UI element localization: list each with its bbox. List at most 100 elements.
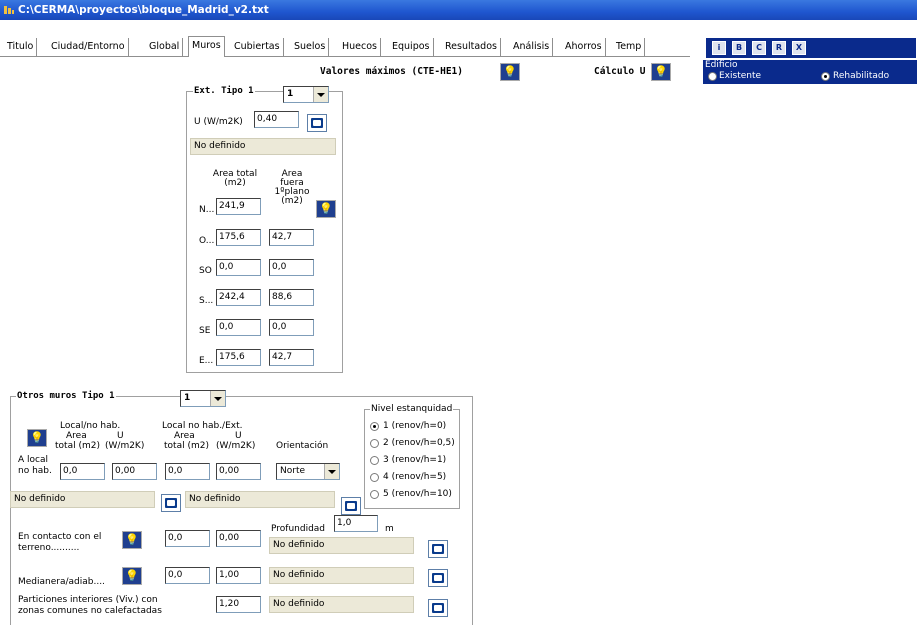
u-header-1: U (117, 431, 124, 441)
area-fuera-header-4: (m2) (281, 196, 303, 206)
local-area-input[interactable]: 0,0 (60, 463, 105, 480)
app-icon (4, 5, 14, 15)
u-catalog-button[interactable] (307, 114, 327, 132)
profundidad-unit: m (385, 524, 394, 534)
book-icon[interactable]: B (732, 41, 746, 55)
bulb-icon: 💡 (503, 65, 517, 78)
tab-suelos[interactable]: Suelos (291, 38, 330, 56)
info-icon[interactable]: i (712, 41, 726, 55)
tab-titulo[interactable]: Titulo (4, 38, 38, 56)
save-icon[interactable]: R (772, 41, 786, 55)
tab-huecos[interactable]: Huecos (339, 38, 381, 56)
ext-tipo-select[interactable]: 1 (283, 86, 329, 103)
contacto-help-button[interactable]: 💡 (122, 531, 142, 549)
chevron-down-icon (324, 464, 339, 479)
row-label-s: S... (199, 296, 214, 306)
area-total-se[interactable]: 0,0 (216, 319, 261, 336)
contacto-label-2: terreno.......... (18, 543, 80, 553)
otros-tipo-select[interactable]: 1 (180, 390, 226, 407)
a-local-label-2: no hab. (18, 466, 52, 476)
tab-ciudad-entorno[interactable]: Ciudad/Entorno (48, 38, 129, 56)
contacto-area-input[interactable]: 0,0 (165, 530, 210, 547)
profundidad-input[interactable]: 1,0 (334, 515, 378, 532)
area-total-n[interactable]: 241,9 (216, 198, 261, 215)
particiones-label-1: Particiones interiores (Viv.) con (18, 595, 158, 605)
rehabilitado-label: Rehabilitado (833, 71, 890, 81)
local-catalog-button[interactable] (161, 494, 181, 512)
otros-help-button[interactable]: 💡 (27, 429, 47, 447)
medianera-area-input[interactable]: 0,0 (165, 567, 210, 584)
row-label-so: SO (199, 266, 212, 276)
estanq-radio-2[interactable] (370, 439, 379, 448)
area-total-o[interactable]: 175,6 (216, 229, 261, 246)
row-label-e: E... (199, 356, 214, 366)
area-total-s[interactable]: 242,4 (216, 289, 261, 306)
orientacion-value: Norte (280, 466, 306, 476)
bulb-icon: 💡 (125, 533, 139, 546)
contacto-label-1: En contacto con el (18, 532, 102, 542)
area-fuera-help-button[interactable]: 💡 (316, 200, 336, 218)
a-local-label-1: A local (18, 455, 48, 465)
estanq-radio-4[interactable] (370, 473, 379, 482)
tab-equipos[interactable]: Equipos (389, 38, 434, 56)
ext-u-input[interactable]: 0,00 (216, 463, 261, 480)
profundidad-label: Profundidad (271, 524, 326, 534)
folder-icon[interactable]: C (752, 41, 766, 55)
ext-area-input[interactable]: 0,0 (165, 463, 210, 480)
otros-muros-title: Otros muros Tipo 1 (16, 391, 116, 401)
local-ext-header: Local no hab./Ext. (162, 421, 243, 431)
area-total-e[interactable]: 175,6 (216, 349, 261, 366)
estanq-radio-3[interactable] (370, 456, 379, 465)
orientacion-select[interactable]: Norte (276, 463, 340, 480)
contacto-u-input[interactable]: 0,00 (216, 530, 261, 547)
estanq-radio-1[interactable] (370, 422, 379, 431)
area-fuera-o[interactable]: 42,7 (269, 229, 314, 246)
chevron-down-icon (313, 87, 328, 102)
medianera-catalog-button[interactable] (428, 569, 448, 587)
tab-cubiertas[interactable]: Cubiertas (231, 38, 284, 56)
edificio-panel: Edificio Existente Rehabilitado (703, 60, 917, 84)
valores-maximos-button[interactable]: 💡 (500, 63, 520, 81)
bulb-icon: 💡 (654, 65, 668, 78)
area-fuera-so[interactable]: 0,0 (269, 259, 314, 276)
ext-tipo-title: Ext. Tipo 1 (193, 86, 255, 96)
particiones-u-input[interactable]: 1,20 (216, 596, 261, 613)
local-no-hab-header: Local/no hab. (60, 421, 121, 431)
tab-resultados[interactable]: Resultados (442, 38, 501, 56)
u-header-2: U (235, 431, 242, 441)
ext-catalog-button[interactable] (341, 497, 361, 515)
area-fuera-s[interactable]: 88,6 (269, 289, 314, 306)
u-label: U (W/m2K) (194, 117, 243, 127)
contacto-catalog-button[interactable] (428, 540, 448, 558)
medianera-help-button[interactable]: 💡 (122, 567, 142, 585)
u-input[interactable]: 0,40 (254, 111, 299, 128)
nivel-estanquidad-legend: Nivel estanquidad (370, 404, 454, 414)
calculo-u-button[interactable]: 💡 (651, 63, 671, 81)
total-m2-header-2: total (m2) (164, 441, 209, 451)
tab-analisis[interactable]: Análisis (510, 38, 554, 56)
medianera-u-input[interactable]: 1,00 (216, 567, 261, 584)
local-u-input[interactable]: 0,00 (112, 463, 157, 480)
area-fuera-e[interactable]: 42,7 (269, 349, 314, 366)
particiones-label-2: zonas comunes no calefactadas (18, 606, 162, 616)
row-label-o: O... (199, 236, 215, 246)
tab-ahorros[interactable]: Ahorros (562, 38, 606, 56)
toolbar: i B C R X (706, 38, 916, 58)
wm2k-header-2: (W/m2K) (216, 441, 256, 451)
existente-radio[interactable] (708, 72, 717, 81)
contacto-status: No definido (269, 537, 414, 554)
estanq-label-1: 1 (renov/h=0) (383, 421, 447, 431)
area-total-so[interactable]: 0,0 (216, 259, 261, 276)
tab-global[interactable]: Global (146, 38, 184, 56)
estanq-radio-5[interactable] (370, 490, 379, 499)
area-fuera-se[interactable]: 0,0 (269, 319, 314, 336)
otros-tipo-value: 1 (184, 393, 191, 403)
tools-icon[interactable]: X (792, 41, 806, 55)
wm2k-header-1: (W/m2K) (105, 441, 145, 451)
estanq-label-2: 2 (renov/h=0,5) (383, 438, 455, 448)
particiones-catalog-button[interactable] (428, 599, 448, 617)
row-label-se: SE (199, 326, 211, 336)
rehabilitado-radio[interactable] (821, 72, 830, 81)
tab-temp[interactable]: Temp (613, 38, 646, 56)
tab-muros[interactable]: Muros (188, 36, 225, 57)
